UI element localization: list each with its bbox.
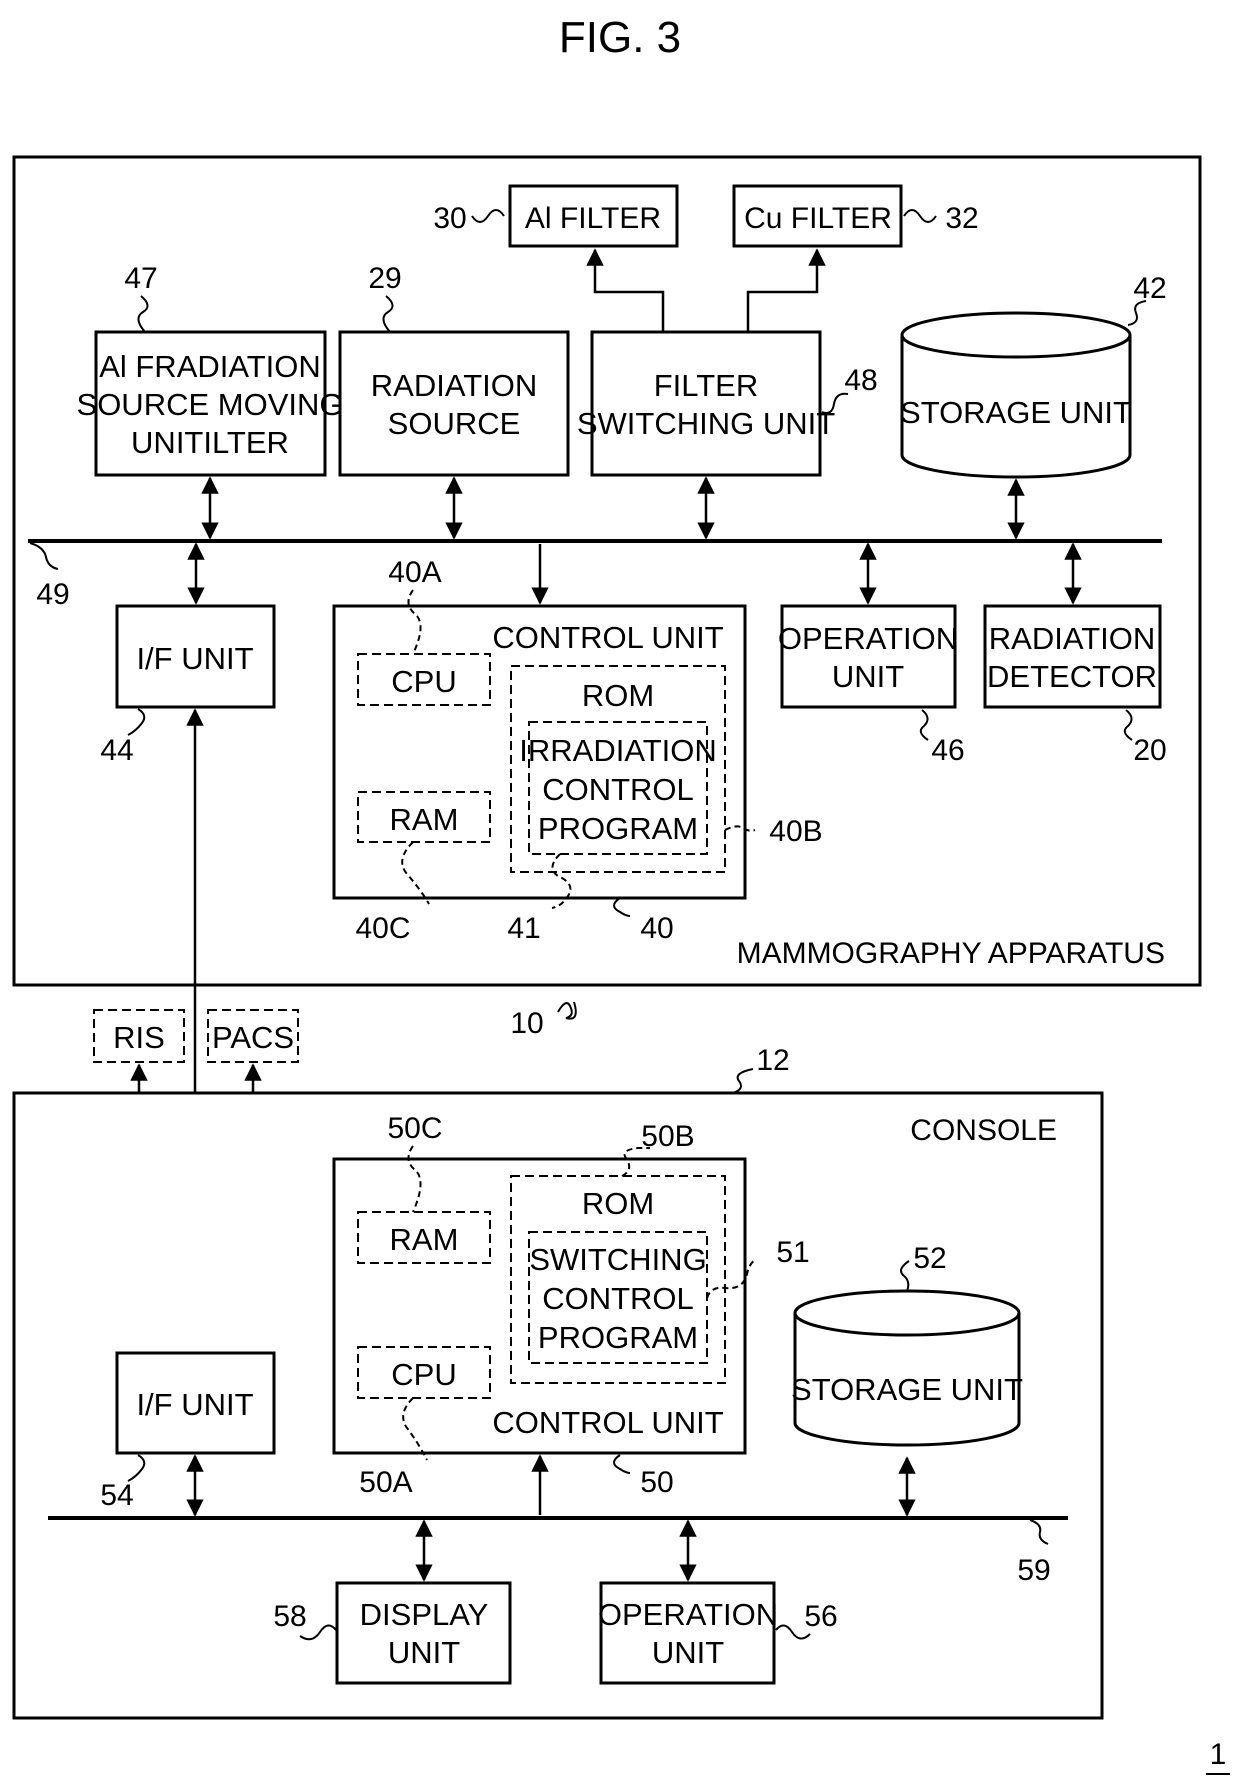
ref-58: 58 [273, 1600, 306, 1633]
console-label: CONSOLE [910, 1114, 1057, 1147]
ref-52: 52 [913, 1242, 946, 1275]
mammo-control-unit-label: CONTROL UNIT [492, 620, 723, 655]
al-filter-label: Al FILTER [525, 202, 661, 235]
mammo-operation-unit-line2: UNIT [832, 659, 904, 694]
ref-50: 50 [640, 1466, 673, 1499]
console-storage-cylinder [793, 1289, 1021, 1447]
ref-29: 29 [368, 262, 401, 295]
leader-12 [732, 1068, 754, 1094]
display-unit-line1: DISPLAY [360, 1597, 489, 1632]
ref-46: 46 [931, 734, 964, 767]
ref-50C: 50C [387, 1112, 442, 1145]
console-operation-unit-line2: UNIT [652, 1635, 724, 1670]
radiation-detector-line1: RADIATION [989, 621, 1156, 656]
ref-56: 56 [804, 1600, 837, 1633]
ref-49: 49 [36, 578, 69, 611]
mammo-rom-label: ROM [582, 678, 654, 713]
source-moving-unit-line3: UNITILTER [131, 425, 289, 460]
switching-program-line2: CONTROL [542, 1281, 694, 1316]
ref-20: 20 [1133, 734, 1166, 767]
radiation-source-line1: RADIATION [371, 368, 538, 403]
irradiation-program-line2: CONTROL [542, 772, 694, 807]
mammo-if-unit-label: I/F UNIT [136, 641, 253, 676]
ref-12: 12 [756, 1044, 789, 1077]
switching-program-line3: PROGRAM [538, 1320, 698, 1355]
ref-50B: 50B [641, 1120, 694, 1153]
ref-40C: 40C [355, 912, 410, 945]
ref-30: 30 [433, 202, 466, 235]
ref-32: 32 [945, 202, 978, 235]
console-ram-label: RAM [390, 1222, 459, 1257]
block-diagram: FIG. 3 MAMMOGRAPHY APPARATUS 10 Al FILTE… [12, 13, 1230, 1775]
ref-40: 40 [640, 912, 673, 945]
radiation-detector-line2: DETECTOR [987, 659, 1157, 694]
ref-10: 10 [510, 1007, 543, 1040]
figure-title: FIG. 3 [559, 13, 681, 62]
mammo-ram-label: RAM [390, 802, 459, 837]
ref-system-1: 1 [1210, 1738, 1227, 1771]
irradiation-program-line3: PROGRAM [538, 811, 698, 846]
filter-switching-line2: SWITCHING UNIT [577, 406, 835, 441]
display-unit-line2: UNIT [388, 1635, 460, 1670]
radiation-source-line2: SOURCE [388, 406, 521, 441]
console-rom-label: ROM [582, 1186, 654, 1221]
ref-48: 48 [844, 364, 877, 397]
console-control-unit-label: CONTROL UNIT [492, 1405, 723, 1440]
source-moving-unit-line1: Al FRADIATION [99, 349, 321, 384]
switching-program-line1: SWITCHING [529, 1242, 706, 1277]
ref-51: 51 [776, 1236, 809, 1269]
leader-10 [557, 1001, 577, 1020]
cu-filter-label: Cu FILTER [744, 202, 892, 235]
mammo-operation-unit-line1: OPERATION [778, 621, 958, 656]
ref-40A: 40A [388, 556, 441, 589]
ref-50A: 50A [359, 1466, 412, 1499]
radiation-source-box [338, 330, 570, 477]
irradiation-program-line1: IRRADIATION [519, 733, 717, 768]
filter-switching-unit-box [590, 330, 822, 477]
pacs-label: PACS [212, 1020, 294, 1055]
ref-44: 44 [100, 734, 133, 767]
ris-label: RIS [113, 1020, 165, 1055]
ref-41: 41 [507, 912, 540, 945]
ref-59: 59 [1017, 1554, 1050, 1587]
ref-40B: 40B [769, 815, 822, 848]
console-operation-unit-line1: OPERATION [598, 1597, 778, 1632]
mammography-apparatus-label: MAMMOGRAPHY APPARATUS [737, 937, 1165, 970]
mammo-cpu-label: CPU [391, 664, 456, 699]
source-moving-unit-line2: SOURCE MOVING [77, 387, 344, 422]
filter-switching-line1: FILTER [654, 368, 759, 403]
ref-47: 47 [124, 262, 157, 295]
console-storage-label: STORAGE UNIT [791, 1372, 1023, 1407]
ref-54: 54 [100, 1479, 133, 1512]
storage-unit-label: STORAGE UNIT [900, 395, 1132, 430]
console-if-unit-label: I/F UNIT [136, 1387, 253, 1422]
console-cpu-label: CPU [391, 1357, 456, 1392]
ref-42: 42 [1133, 272, 1166, 305]
